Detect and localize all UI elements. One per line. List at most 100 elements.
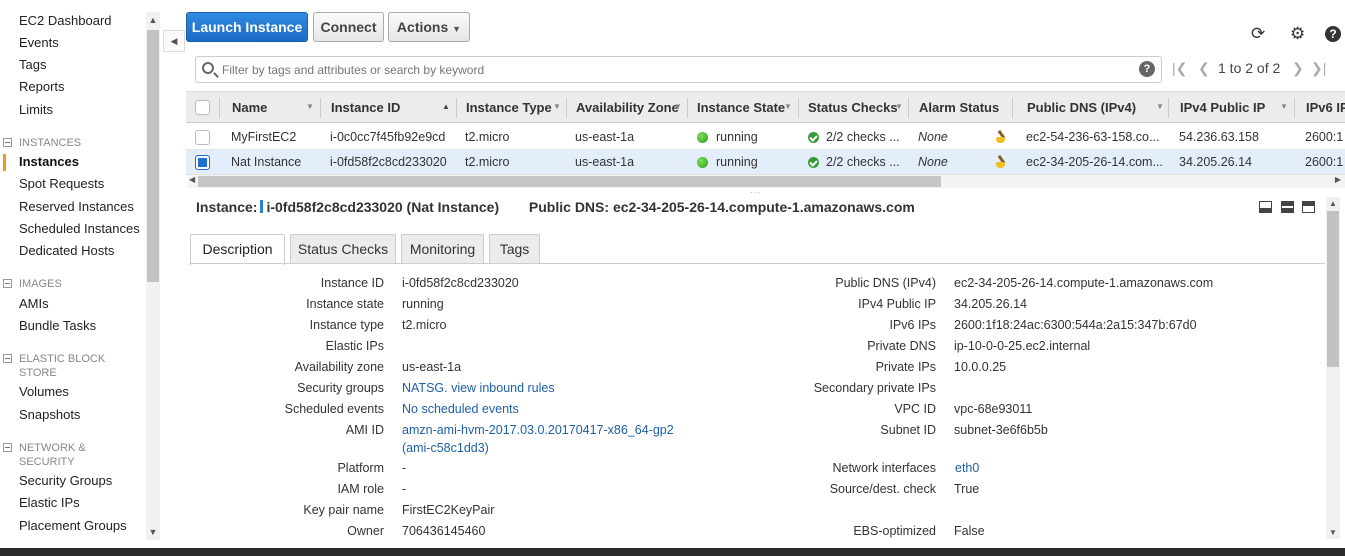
sidebar-section-instances[interactable]: INSTANCES — [19, 136, 129, 150]
security-groups-link[interactable]: NATSG. view inbound rules — [402, 381, 555, 395]
sidebar-item-reserved-instances[interactable]: Reserved Instances — [19, 199, 134, 214]
sidebar-item-instances[interactable]: Instances — [19, 154, 79, 169]
sort-icon[interactable]: ▼ — [553, 102, 561, 111]
ami-id-link[interactable]: amzn-ami-hvm-2017.03.0.20170417-x86_64-g… — [402, 423, 674, 437]
next-page-icon[interactable]: ❯ — [1292, 60, 1304, 77]
label-subnet-id: Subnet ID — [880, 423, 936, 437]
tab-monitoring[interactable]: Monitoring — [401, 234, 484, 264]
table-row-selected[interactable]: Nat Instance i-0fd58f2c8cd233020 t2.micr… — [186, 150, 1345, 175]
column-header-ipv4-public-ip[interactable]: IPv4 Public IP — [1180, 100, 1265, 115]
network-interface-link[interactable]: eth0 — [955, 461, 979, 475]
collapse-section-icon[interactable] — [3, 443, 12, 452]
sidebar-item-bundle-tasks[interactable]: Bundle Tasks — [19, 318, 96, 333]
collapse-sidebar-button[interactable]: ◀ — [163, 30, 185, 52]
scroll-up-icon[interactable]: ▲ — [1326, 199, 1340, 208]
scrollbar-thumb[interactable] — [1327, 211, 1339, 367]
scrollbar-thumb[interactable] — [198, 176, 941, 187]
view-bottom-pane-icon[interactable] — [1259, 201, 1272, 213]
sidebar-item-tags[interactable]: Tags — [19, 57, 46, 72]
detail-scrollbar[interactable]: ▲ ▼ — [1326, 197, 1340, 539]
sidebar-item-dedicated-hosts[interactable]: Dedicated Hosts — [19, 243, 114, 258]
sidebar-item-scheduled-instances[interactable]: Scheduled Instances — [19, 221, 140, 236]
first-page-icon[interactable]: |❮ — [1172, 60, 1187, 77]
cell-availability-zone: us-east-1a — [575, 130, 635, 144]
sidebar-item-events[interactable]: Events — [19, 35, 59, 50]
collapse-section-icon[interactable] — [3, 279, 12, 288]
prev-page-icon[interactable]: ❮ — [1198, 60, 1210, 77]
view-top-pane-icon[interactable] — [1302, 201, 1315, 213]
column-header-instance-state[interactable]: Instance State — [697, 100, 785, 115]
label-availability-zone: Availability zone — [294, 360, 384, 374]
sort-icon[interactable]: ▼ — [784, 102, 792, 111]
label-security-groups: Security groups — [297, 381, 384, 395]
column-header-status-checks[interactable]: Status Checks — [808, 100, 898, 115]
sidebar-item-spot-requests[interactable]: Spot Requests — [19, 176, 104, 191]
sidebar-item-snapshots[interactable]: Snapshots — [19, 407, 80, 422]
value-instance-id: i-0fd58f2c8cd233020 — [402, 276, 519, 290]
sidebar-item-limits[interactable]: Limits — [19, 102, 53, 117]
cell-availability-zone: us-east-1a — [575, 155, 635, 169]
gear-icon[interactable]: ⚙ — [1290, 24, 1305, 44]
collapse-section-icon[interactable] — [3, 138, 12, 147]
scroll-down-icon[interactable]: ▼ — [146, 525, 160, 539]
sidebar-item-volumes[interactable]: Volumes — [19, 384, 69, 399]
sidebar-item-elastic-ips[interactable]: Elastic IPs — [19, 495, 80, 510]
sort-ascending-icon[interactable]: ▲ — [442, 102, 450, 111]
sort-icon[interactable]: ▼ — [674, 102, 682, 111]
sidebar-item-ec2-dashboard[interactable]: EC2 Dashboard — [19, 13, 112, 28]
tab-tags[interactable]: Tags — [489, 234, 540, 264]
column-header-instance-id[interactable]: Instance ID — [331, 100, 400, 115]
help-icon[interactable]: ? — [1325, 26, 1341, 42]
row-checkbox[interactable] — [195, 155, 210, 170]
collapse-section-icon[interactable] — [3, 354, 12, 363]
column-header-alarm-status[interactable]: Alarm Status — [919, 100, 999, 115]
sidebar-section-images[interactable]: IMAGES — [19, 277, 129, 291]
search-input[interactable] — [222, 60, 1122, 80]
cell-ipv6-ip: 2600:1 — [1305, 155, 1344, 169]
sidebar-item-security-groups[interactable]: Security Groups — [19, 473, 112, 488]
sidebar-section-network-security[interactable]: NETWORK & SECURITY — [19, 441, 129, 469]
sidebar-item-reports[interactable]: Reports — [19, 79, 65, 94]
sort-icon[interactable]: ▼ — [895, 102, 903, 111]
last-page-icon[interactable]: ❯| — [1311, 60, 1326, 77]
scrollbar-thumb[interactable] — [147, 30, 159, 282]
column-header-availability-zone[interactable]: Availability Zone — [576, 100, 679, 115]
scroll-left-icon[interactable]: ◀ — [189, 175, 195, 184]
actions-dropdown[interactable]: Actions ▼ — [388, 12, 470, 42]
public-dns-value: ec2-34-205-26-14.compute-1.amazonaws.com — [612, 199, 915, 215]
column-header-ipv6-ip[interactable]: IPv6 IP — [1306, 100, 1345, 115]
view-split-pane-icon[interactable] — [1281, 201, 1294, 213]
row-checkbox[interactable] — [195, 130, 210, 145]
tab-status-checks[interactable]: Status Checks — [290, 234, 396, 264]
pane-resize-handle[interactable]: ··· — [750, 188, 761, 197]
column-header-name[interactable]: Name — [232, 100, 267, 115]
column-header-instance-type[interactable]: Instance Type — [466, 100, 552, 115]
column-divider — [219, 98, 220, 118]
launch-instance-button[interactable]: Launch Instance — [186, 12, 308, 42]
sort-icon[interactable]: ▼ — [306, 102, 314, 111]
filter-search-box[interactable]: ? — [195, 56, 1162, 83]
table-horizontal-scrollbar[interactable]: ◀ ▶ — [188, 175, 1345, 188]
scheduled-events-link[interactable]: No scheduled events — [402, 402, 519, 416]
ami-id-short-link[interactable]: (ami-c58c1dd3) — [402, 441, 489, 455]
label-ipv6-ips: IPv6 IPs — [889, 318, 936, 332]
scroll-down-icon[interactable]: ▼ — [1326, 528, 1340, 537]
sidebar-item-amis[interactable]: AMIs — [19, 296, 49, 311]
create-alarm-icon[interactable] — [994, 129, 1008, 144]
scroll-right-icon[interactable]: ▶ — [1335, 175, 1341, 184]
create-alarm-icon[interactable] — [994, 154, 1008, 169]
help-icon[interactable]: ? — [1139, 61, 1155, 77]
refresh-icon[interactable]: ⟳ — [1251, 24, 1265, 44]
sidebar-scrollbar[interactable]: ▲ ▼ — [146, 12, 160, 540]
table-row[interactable]: MyFirstEC2 i-0c0cc7f45fb92e9cd t2.micro … — [186, 125, 1345, 150]
select-all-checkbox[interactable] — [195, 100, 210, 115]
scroll-up-icon[interactable]: ▲ — [146, 13, 160, 27]
sort-icon[interactable]: ▼ — [1156, 102, 1164, 111]
connect-button[interactable]: Connect — [313, 12, 384, 42]
column-header-public-dns[interactable]: Public DNS (IPv4) — [1027, 100, 1136, 115]
actions-label: Actions — [396, 19, 449, 35]
sidebar-item-placement-groups[interactable]: Placement Groups — [19, 518, 127, 533]
sort-icon[interactable]: ▼ — [1280, 102, 1288, 111]
sidebar-section-elastic-block-store[interactable]: ELASTIC BLOCK STORE — [19, 352, 129, 380]
tab-description[interactable]: Description — [190, 234, 285, 265]
